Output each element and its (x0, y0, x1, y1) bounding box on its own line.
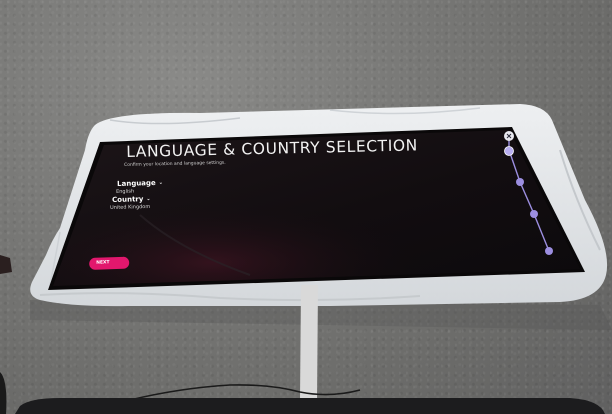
photo-scene: LANGUAGE & COUNTRY SELECTION Confirm you… (0, 0, 612, 414)
chevron-down-icon: ⌄ (158, 179, 164, 186)
language-value: English (116, 188, 135, 195)
cable (129, 384, 361, 401)
country-dropdown[interactable]: Country ⌄ (112, 195, 151, 204)
step-dot-icon (516, 178, 524, 186)
country-value: United Kingdom (110, 203, 151, 211)
language-dropdown[interactable]: Language ⌄ (117, 179, 163, 188)
next-label: NEXT (96, 260, 110, 266)
floor-object (0, 255, 12, 274)
scene-drawing (0, 104, 612, 414)
packing-strap (300, 285, 318, 400)
next-button[interactable]: NEXT (89, 256, 130, 270)
step-dot-icon (545, 247, 553, 255)
stand-base (15, 398, 605, 414)
country-label: Country (112, 195, 144, 204)
step-dot-icon (504, 146, 514, 156)
language-label: Language (117, 178, 156, 188)
step-dot-icon (530, 210, 538, 218)
chevron-down-icon: ⌄ (146, 195, 151, 203)
floor-object (0, 372, 7, 414)
